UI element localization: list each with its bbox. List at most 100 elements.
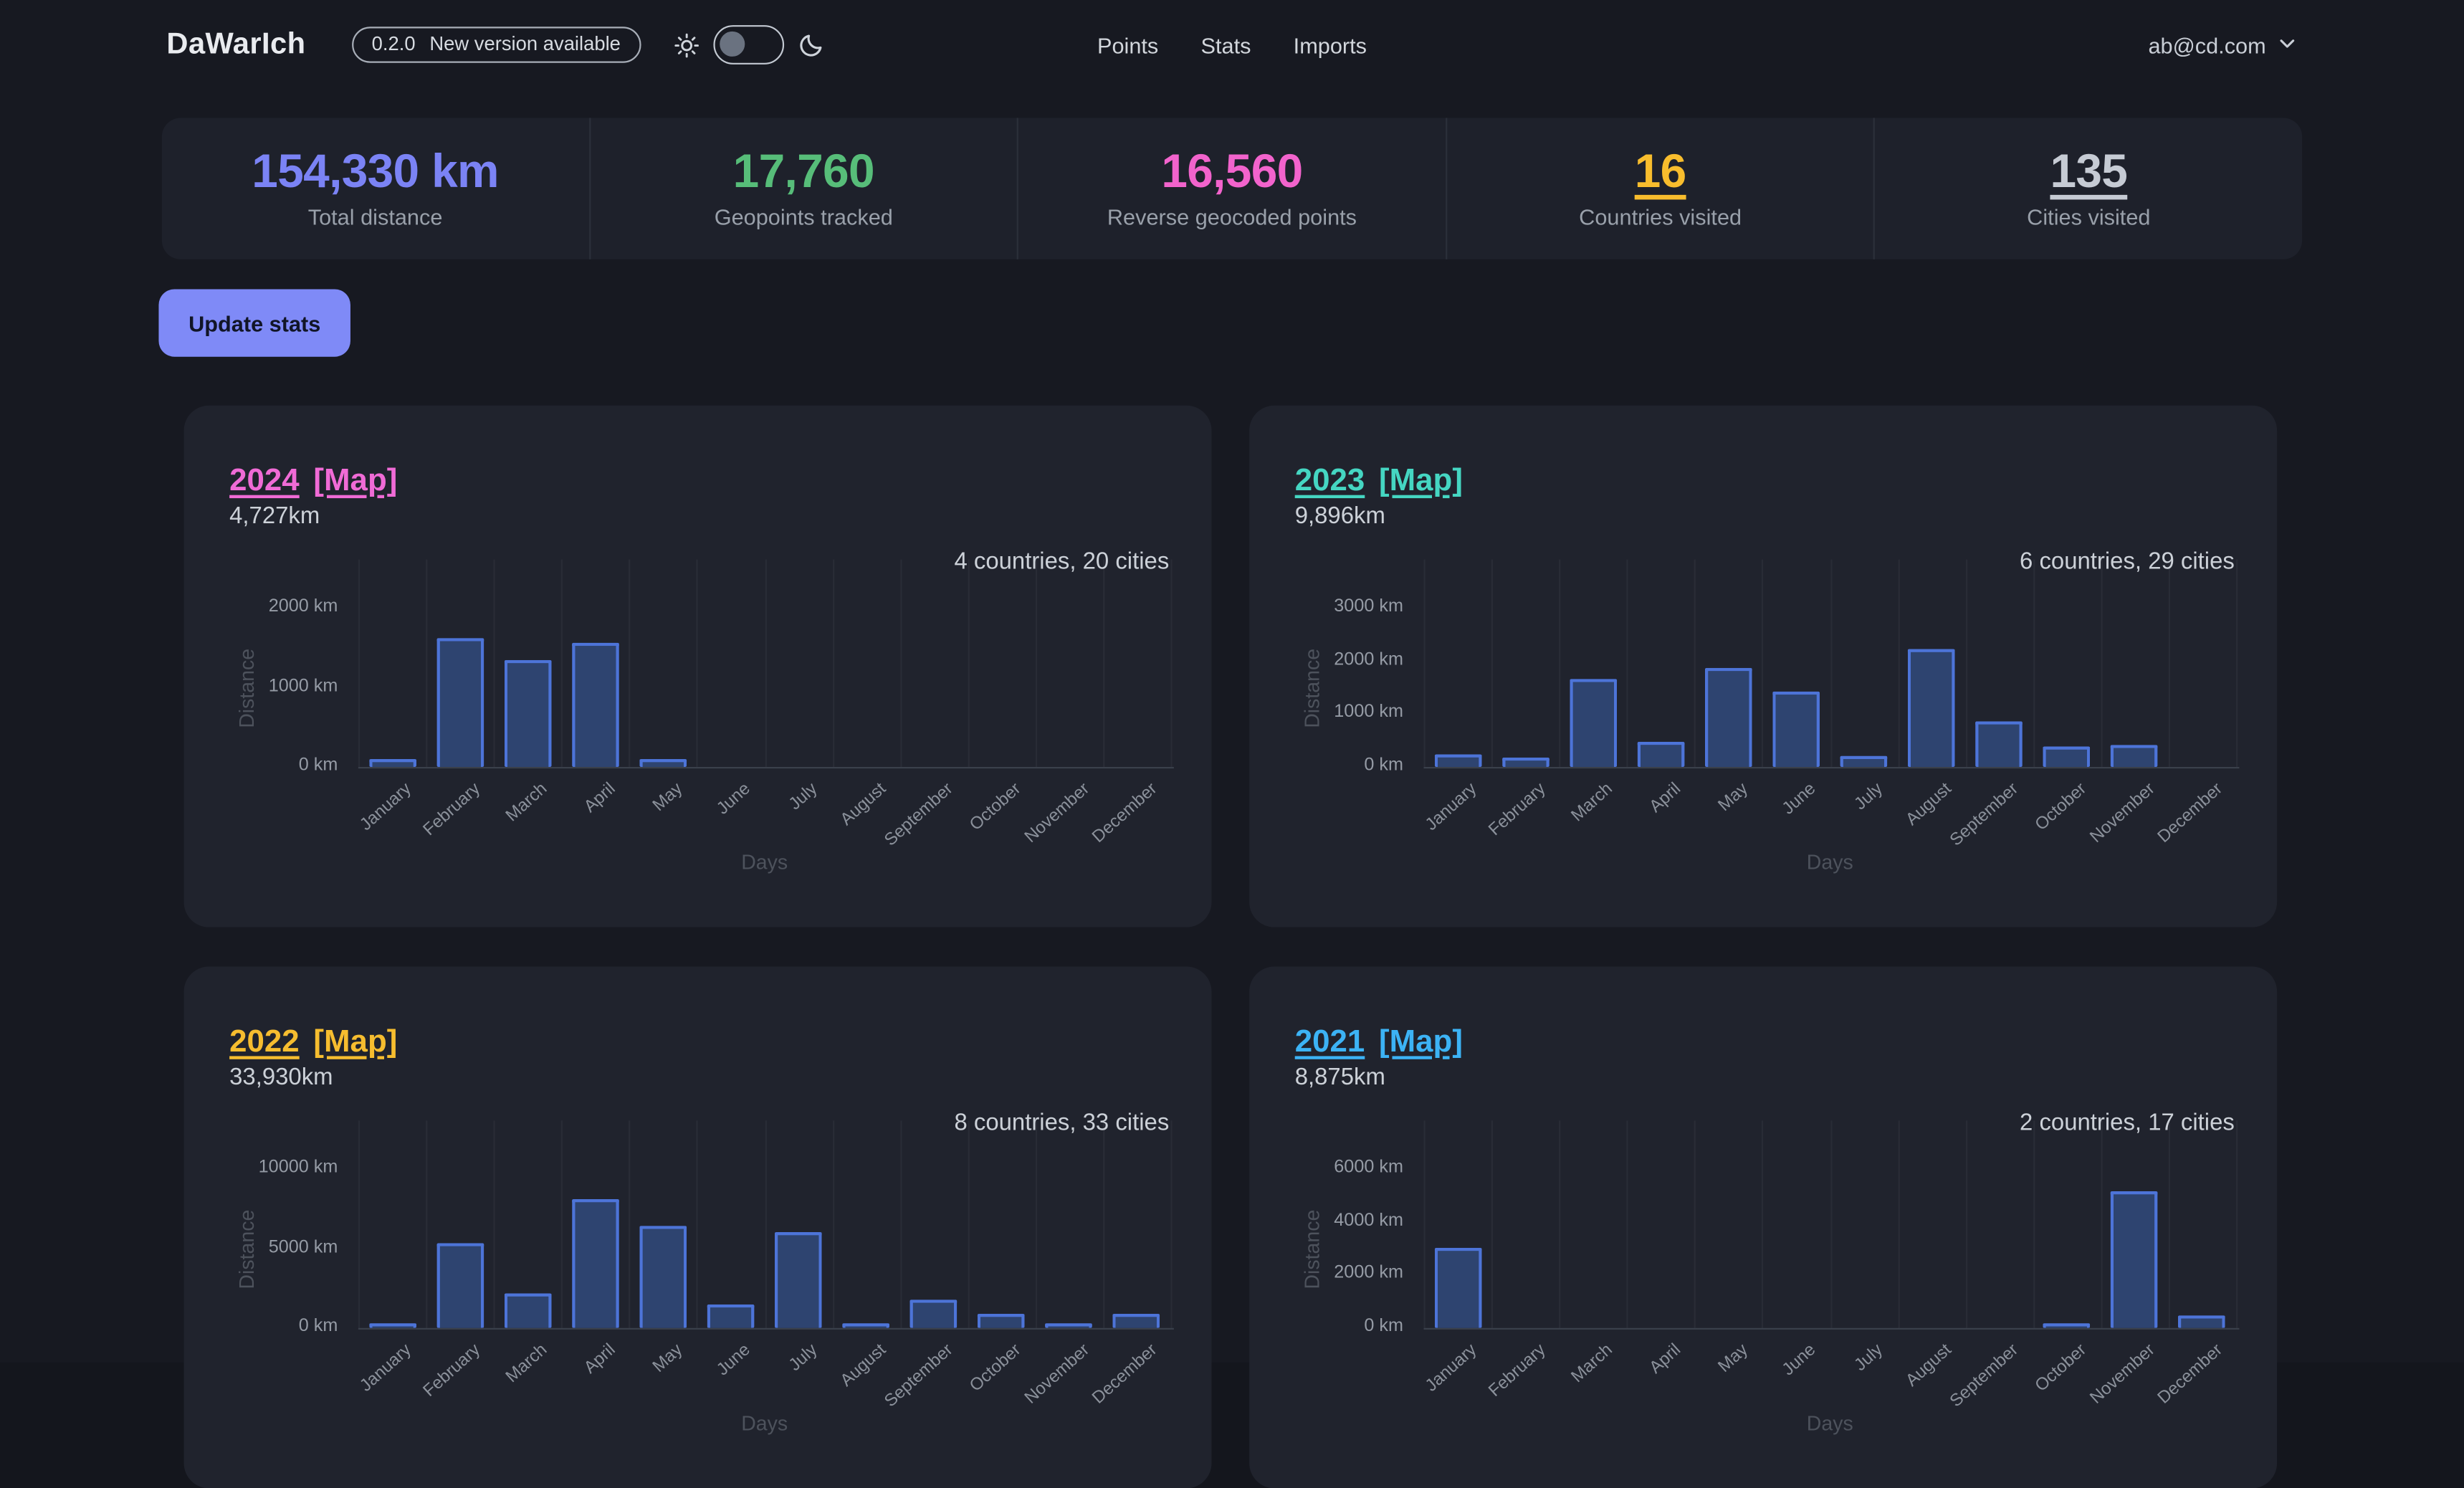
stat-value[interactable]: 135 xyxy=(2050,148,2127,197)
bar-april xyxy=(572,642,619,767)
account-menu[interactable]: ab@cd.com xyxy=(2148,32,2297,57)
chart-gridline xyxy=(1491,560,1493,767)
stat-cell: 154,330 km Total distance xyxy=(162,118,588,259)
year-link[interactable]: 2023 xyxy=(1295,463,1365,499)
year-total-distance: 9,896km xyxy=(1295,503,1385,530)
year-link[interactable]: 2021 xyxy=(1295,1024,1365,1060)
x-axis-month-label: January xyxy=(1423,780,1481,835)
chart-gridline xyxy=(900,560,902,767)
summary-stats-panel: 154,330 km Total distance 17,760 Geopoin… xyxy=(162,118,2302,259)
stat-label: Cities visited xyxy=(2027,205,2150,230)
bar-april xyxy=(572,1199,619,1327)
bar-december xyxy=(1113,1315,1160,1328)
app-root: DaWarIch 0.2.0 New version available xyxy=(0,0,2464,1363)
x-axis-month-label: January xyxy=(358,780,416,835)
x-axis-month-label: December xyxy=(1089,1340,1160,1408)
x-axis-title: Days xyxy=(741,1411,788,1435)
y-axis-tick-label: 2000 km xyxy=(1268,650,1403,669)
card-title: 2021 [Map] xyxy=(1295,1024,1463,1060)
chart-gridline xyxy=(426,1120,427,1327)
x-axis-month-label: September xyxy=(882,780,958,851)
chart-gridline xyxy=(1559,560,1560,767)
stat-value[interactable]: 16 xyxy=(1635,148,1686,197)
moon-icon xyxy=(798,32,825,58)
x-axis-month-label: August xyxy=(837,780,889,830)
year-countries-cities: 8 countries, 33 cities xyxy=(954,1110,1169,1136)
chart-gridline xyxy=(1170,1120,1172,1327)
year-link[interactable]: 2022 xyxy=(229,1024,300,1060)
account-email: ab@cd.com xyxy=(2148,32,2265,57)
chart-x-axis xyxy=(358,767,1174,768)
bar-december xyxy=(2179,1316,2226,1328)
x-axis-month-label: October xyxy=(2032,780,2090,835)
bar-april xyxy=(1637,741,1684,767)
chart-gridline xyxy=(494,560,495,767)
bar-october xyxy=(978,1314,1025,1328)
theme-switch xyxy=(674,25,824,65)
chart-gridline xyxy=(832,560,834,767)
y-axis-title: Distance xyxy=(1300,1210,1324,1289)
nav-link-imports[interactable]: Imports xyxy=(1294,32,1367,57)
bar-march xyxy=(504,659,551,766)
map-link[interactable]: [Map] xyxy=(313,1024,397,1060)
chart-gridline xyxy=(1694,560,1696,767)
chart-gridline xyxy=(765,1120,766,1327)
chart-gridline xyxy=(1423,1120,1425,1327)
chart-gridline xyxy=(2033,560,2035,767)
nav-link-points[interactable]: Points xyxy=(1097,32,1158,57)
map-link[interactable]: [Map] xyxy=(1379,463,1463,499)
x-axis-month-label: November xyxy=(1021,1340,1092,1408)
bar-october xyxy=(2043,1322,2091,1327)
chart-gridline xyxy=(1036,560,1037,767)
stat-value: 17,760 xyxy=(733,148,874,197)
x-axis-month-label: July xyxy=(786,1340,821,1375)
sun-icon xyxy=(674,32,699,57)
chart-gridline xyxy=(1103,1120,1104,1327)
stat-cell: 135 Cities visited xyxy=(1873,118,2302,259)
bar-january xyxy=(1434,755,1481,767)
x-axis-month-label: February xyxy=(419,1340,483,1401)
bar-january xyxy=(368,1324,416,1328)
year-link[interactable]: 2024 xyxy=(229,463,300,499)
x-axis-title: Days xyxy=(1807,1411,1853,1435)
chart-gridline xyxy=(968,1120,969,1327)
x-axis-month-label: December xyxy=(2154,1340,2226,1408)
bar-may xyxy=(639,759,687,767)
chart-gridline xyxy=(2033,1120,2035,1327)
stat-label: Reverse geocoded points xyxy=(1107,205,1357,230)
bar-november xyxy=(1046,1323,1093,1328)
card-title: 2023 [Map] xyxy=(1295,463,1463,499)
chart-gridline xyxy=(1694,1120,1696,1327)
x-axis-month-label: December xyxy=(2154,780,2226,847)
x-axis-month-label: April xyxy=(581,1340,619,1378)
bar-january xyxy=(368,760,416,767)
version-badge[interactable]: 0.2.0 New version available xyxy=(351,27,641,62)
y-axis-tick-label: 2000 km xyxy=(203,597,338,616)
y-axis-title: Distance xyxy=(235,1210,259,1289)
y-axis-tick-label: 0 km xyxy=(1268,1317,1403,1335)
bar-may xyxy=(1705,669,1752,767)
x-axis-month-label: January xyxy=(1423,1340,1481,1396)
x-axis-month-label: July xyxy=(1852,1340,1887,1375)
chart-x-axis xyxy=(1423,1328,2239,1330)
chart-x-axis xyxy=(358,1328,1174,1330)
year-total-distance: 4,727km xyxy=(229,503,320,530)
chart-gridline xyxy=(2169,560,2170,767)
bar-august xyxy=(843,1323,890,1328)
year-card: 3000 km2000 km1000 km0 kmJanuaryFebruary… xyxy=(1249,406,2277,927)
x-axis-month-label: June xyxy=(1780,1340,1820,1380)
chart-gridline xyxy=(2236,560,2238,767)
map-link[interactable]: [Map] xyxy=(313,463,397,499)
card-title: 2022 [Map] xyxy=(229,1024,397,1060)
x-axis-month-label: August xyxy=(1903,1340,1955,1391)
version-message: New version available xyxy=(429,33,621,55)
x-axis-month-label: February xyxy=(1485,780,1549,840)
update-stats-button[interactable]: Update stats xyxy=(158,289,350,356)
chart-gridline xyxy=(1898,1120,1899,1327)
theme-toggle[interactable] xyxy=(713,25,784,65)
map-link[interactable]: [Map] xyxy=(1379,1024,1463,1060)
chart-gridline xyxy=(2101,1120,2102,1327)
bar-september xyxy=(1976,722,2023,767)
nav-link-stats[interactable]: Stats xyxy=(1201,32,1251,57)
chart-gridline xyxy=(358,1120,360,1327)
